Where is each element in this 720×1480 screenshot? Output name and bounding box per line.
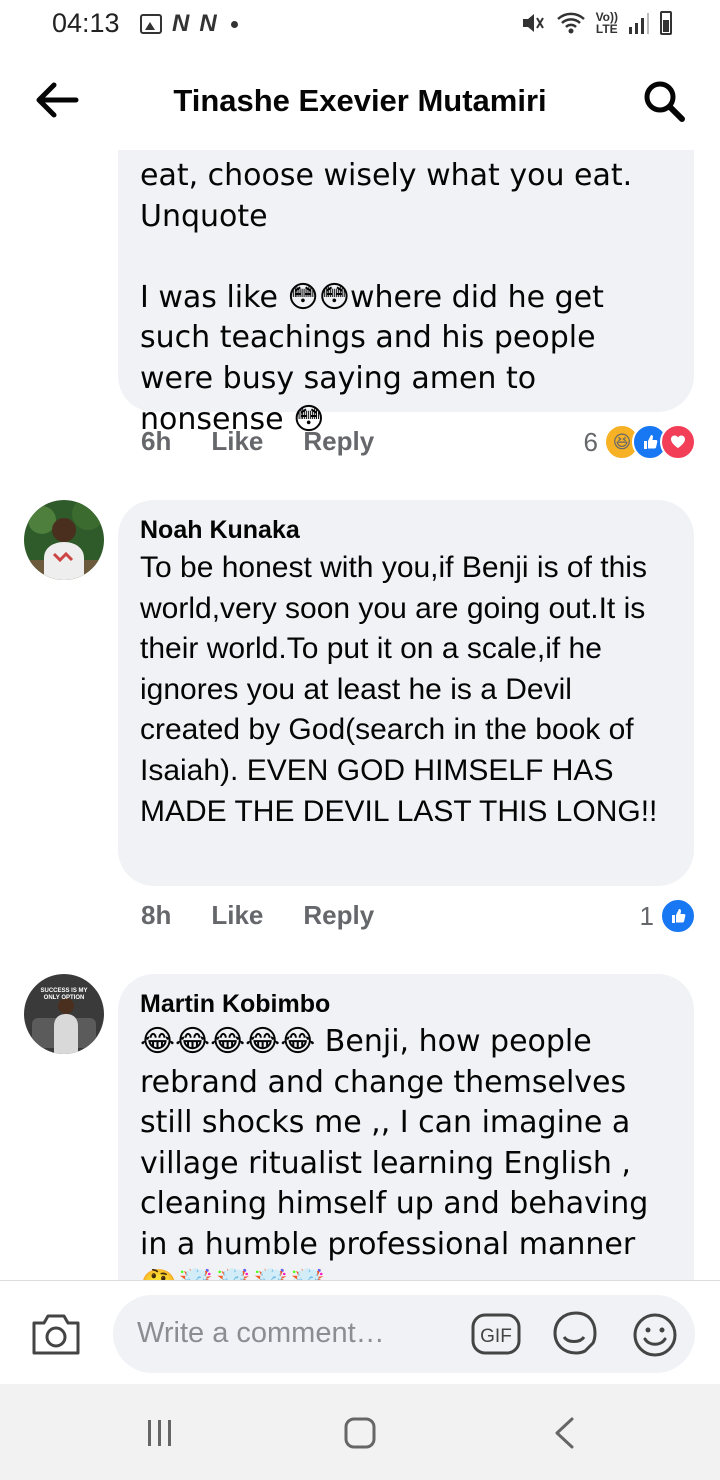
comment-time: 8h	[141, 900, 172, 930]
mute-icon	[522, 14, 544, 32]
comment-bubble[interactable]: eat, choose wisely what you eat. Unquote…	[118, 150, 694, 437]
signal-icon	[629, 13, 649, 34]
comment-text: eat, choose wisely what you eat. Unquote…	[140, 158, 633, 437]
comment-bubble[interactable]: Noah Kunaka To be honest with you,if Ben…	[118, 500, 694, 886]
more-notifications-dot	[230, 20, 238, 28]
avatar[interactable]: SUCCESS IS MY ONLY OPTION	[24, 974, 104, 1054]
gallery-notification-icon	[140, 14, 162, 34]
comment-actions: 8h Like Reply	[141, 900, 374, 931]
wifi-icon	[556, 12, 585, 34]
page-title: Tinashe Exevier Mutamiri	[173, 83, 547, 118]
comment-input[interactable]: Write a comment… GIF	[113, 1295, 695, 1373]
system-back-icon[interactable]	[552, 1416, 576, 1450]
avatar-caption: SUCCESS IS MY ONLY OPTION	[40, 988, 88, 1001]
comment-author[interactable]: Noah Kunaka	[140, 512, 672, 548]
gif-icon[interactable]: GIF	[471, 1313, 521, 1355]
love-reaction-icon	[660, 424, 696, 460]
reply-button[interactable]: Reply	[303, 900, 374, 931]
status-time: 04:13	[52, 8, 120, 38]
reaction-count: 1	[639, 900, 654, 931]
battery-icon	[660, 11, 672, 35]
avatar[interactable]	[24, 500, 104, 580]
volte-indicator: Vo)) LTE	[596, 11, 618, 35]
comment-text: To be honest with you,if Benji is of thi…	[140, 551, 658, 828]
system-navigation-bar	[0, 1384, 720, 1480]
comment-placeholder: Write a comment…	[137, 1317, 385, 1349]
sticker-icon[interactable]	[551, 1309, 601, 1359]
reaction-count: 6	[583, 426, 598, 457]
comment-author[interactable]: Martin Kobimbo	[140, 986, 672, 1022]
comment-text: 😂😂😂😂😂 Benji, how people rebrand and chan…	[140, 1024, 649, 1280]
home-icon[interactable]	[343, 1416, 377, 1450]
comments-feed[interactable]: eat, choose wisely what you eat. Unquote…	[0, 150, 720, 1280]
comment-bubble[interactable]: Martin Kobimbo 😂😂😂😂😂 Benji, how people r…	[118, 974, 694, 1280]
network-n-icon: N	[199, 10, 217, 37]
notification-icons: N N	[140, 10, 238, 38]
gif-label: GIF	[480, 1326, 512, 1347]
recent-apps-icon[interactable]	[145, 1418, 175, 1448]
camera-icon[interactable]	[30, 1311, 82, 1357]
like-button[interactable]: Like	[211, 900, 263, 931]
like-reaction-icon	[660, 898, 696, 934]
comment-composer: Write a comment… GIF	[0, 1280, 720, 1385]
reaction-summary[interactable]: 1	[640, 898, 696, 934]
system-status-icons: Vo)) LTE	[520, 10, 672, 36]
volte-line-2: LTE	[595, 22, 618, 36]
app-header: Tinashe Exevier Mutamiri	[0, 50, 720, 150]
reply-button[interactable]: Reply	[303, 426, 374, 457]
comment-time: 6h	[141, 426, 172, 456]
emoji-icon[interactable]	[631, 1311, 679, 1359]
network-n-icon: N	[172, 10, 190, 37]
comment-actions: 6h Like Reply	[141, 426, 374, 457]
search-icon[interactable]	[640, 77, 688, 125]
like-button[interactable]: Like	[211, 426, 263, 457]
status-bar: 04:13 N N Vo)) LTE	[0, 0, 720, 50]
reaction-summary[interactable]: 6 😆	[584, 424, 696, 460]
